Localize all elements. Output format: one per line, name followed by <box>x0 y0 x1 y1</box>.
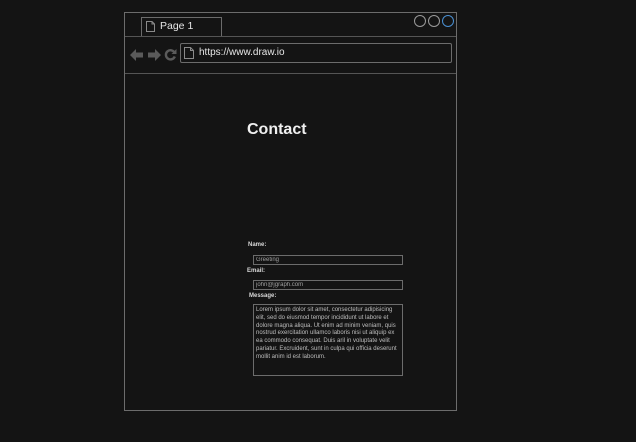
reload-icon[interactable] <box>164 48 177 61</box>
tab-bar: Page 1 <box>125 13 456 37</box>
minimize-button[interactable] <box>414 15 426 27</box>
email-label: Email: <box>247 268 266 274</box>
message-textarea[interactable]: Lorem ipsum dolor sit amet, consectetur … <box>253 304 403 376</box>
arrow-left-icon[interactable] <box>130 48 144 61</box>
maximize-button[interactable] <box>442 15 454 27</box>
arrow-right-icon[interactable] <box>147 48 161 61</box>
nav-buttons <box>130 48 177 61</box>
restore-button[interactable] <box>428 15 440 27</box>
message-label: Message: <box>249 293 277 299</box>
document-icon <box>184 47 194 59</box>
name-label: Name: <box>248 242 267 248</box>
url-text: https://www.draw.io <box>199 47 285 58</box>
tab-page-1[interactable]: Page 1 <box>141 17 222 36</box>
tab-label: Page 1 <box>160 20 194 32</box>
browser-window: Page 1 https://www.draw.io Contact Name:… <box>124 12 457 411</box>
window-controls <box>414 15 454 27</box>
address-bar[interactable]: https://www.draw.io <box>180 43 452 63</box>
browser-toolbar: https://www.draw.io <box>125 37 456 74</box>
page-title: Contact <box>247 121 307 138</box>
document-icon <box>146 21 155 32</box>
email-input[interactable] <box>253 280 403 290</box>
name-input[interactable] <box>253 255 403 265</box>
